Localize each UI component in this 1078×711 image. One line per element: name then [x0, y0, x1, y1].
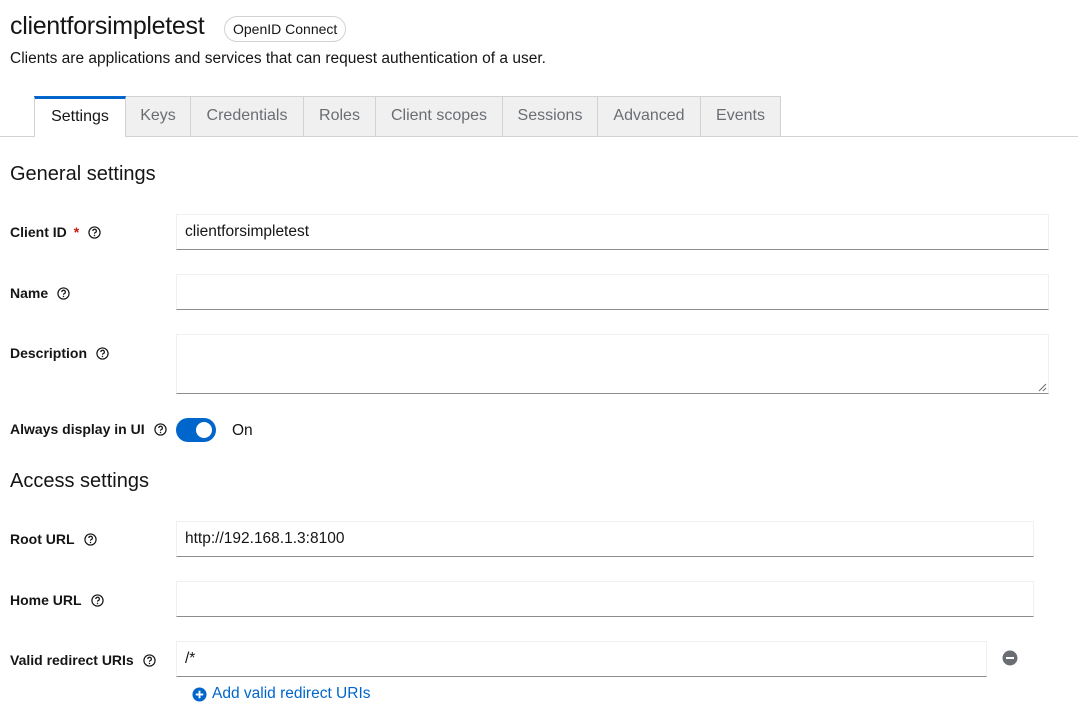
tab-roles[interactable]: Roles — [304, 96, 376, 136]
home-url-input[interactable] — [176, 581, 1034, 617]
name-label: Name — [10, 285, 70, 301]
access-settings-title: Access settings — [10, 470, 149, 492]
tab-advanced[interactable]: Advanced — [598, 96, 701, 136]
help-icon[interactable] — [96, 346, 109, 360]
redirect-uri-input[interactable]: /* — [176, 641, 987, 677]
description-label: Description — [10, 345, 109, 361]
root-url-label: Root URL — [10, 531, 97, 547]
help-icon[interactable] — [57, 286, 70, 300]
always-display-toggle[interactable] — [176, 418, 216, 442]
home-url-label: Home URL — [10, 592, 104, 608]
redirect-uris-label-text: Valid redirect URIs — [10, 652, 134, 668]
tab-credentials[interactable]: Credentials — [191, 96, 304, 136]
tab-bar: Settings Keys Credentials Roles Client s… — [0, 96, 1078, 137]
tab-events[interactable]: Events — [701, 96, 781, 136]
resize-grip-icon[interactable] — [1038, 383, 1047, 392]
redirect-uris-label: Valid redirect URIs — [10, 652, 156, 668]
tab-keys[interactable]: Keys — [126, 96, 191, 136]
add-redirect-uri-label: Add valid redirect URIs — [212, 685, 371, 702]
required-indicator: * — [73, 224, 80, 240]
home-url-label-text: Home URL — [10, 592, 82, 608]
protocol-badge: OpenID Connect — [224, 16, 347, 42]
toggle-state-label: On — [232, 422, 253, 439]
tab-client-scopes[interactable]: Client scopes — [376, 96, 503, 136]
client-id-label-text: Client ID — [10, 224, 67, 240]
tab-settings[interactable]: Settings — [34, 96, 126, 137]
root-url-label-text: Root URL — [10, 531, 75, 547]
plus-circle-icon — [192, 686, 207, 702]
help-icon[interactable] — [143, 653, 156, 667]
help-icon[interactable] — [90, 593, 104, 607]
page-title: clientforsimpletest — [10, 12, 205, 40]
remove-circle-icon[interactable] — [1002, 650, 1018, 666]
always-display-label: Always display in UI — [10, 421, 167, 437]
name-input[interactable] — [176, 274, 1049, 310]
help-icon[interactable] — [83, 532, 97, 546]
always-display-label-text: Always display in UI — [10, 421, 145, 437]
client-id-label: Client ID * — [10, 224, 101, 240]
client-id-input[interactable]: clientforsimpletest — [176, 214, 1049, 250]
toggle-knob — [196, 422, 212, 438]
tab-sessions[interactable]: Sessions — [503, 96, 598, 136]
name-label-text: Name — [10, 285, 49, 301]
root-url-input[interactable]: http://192.168.1.3:8100 — [176, 521, 1034, 557]
page-description: Clients are applications and services th… — [10, 50, 546, 67]
general-settings-title: General settings — [10, 163, 156, 185]
help-icon[interactable] — [153, 422, 167, 436]
help-icon[interactable] — [88, 225, 101, 239]
description-label-text: Description — [10, 345, 88, 361]
add-redirect-uri-button[interactable]: Add valid redirect URIs — [192, 685, 371, 703]
description-textarea[interactable] — [176, 334, 1049, 394]
